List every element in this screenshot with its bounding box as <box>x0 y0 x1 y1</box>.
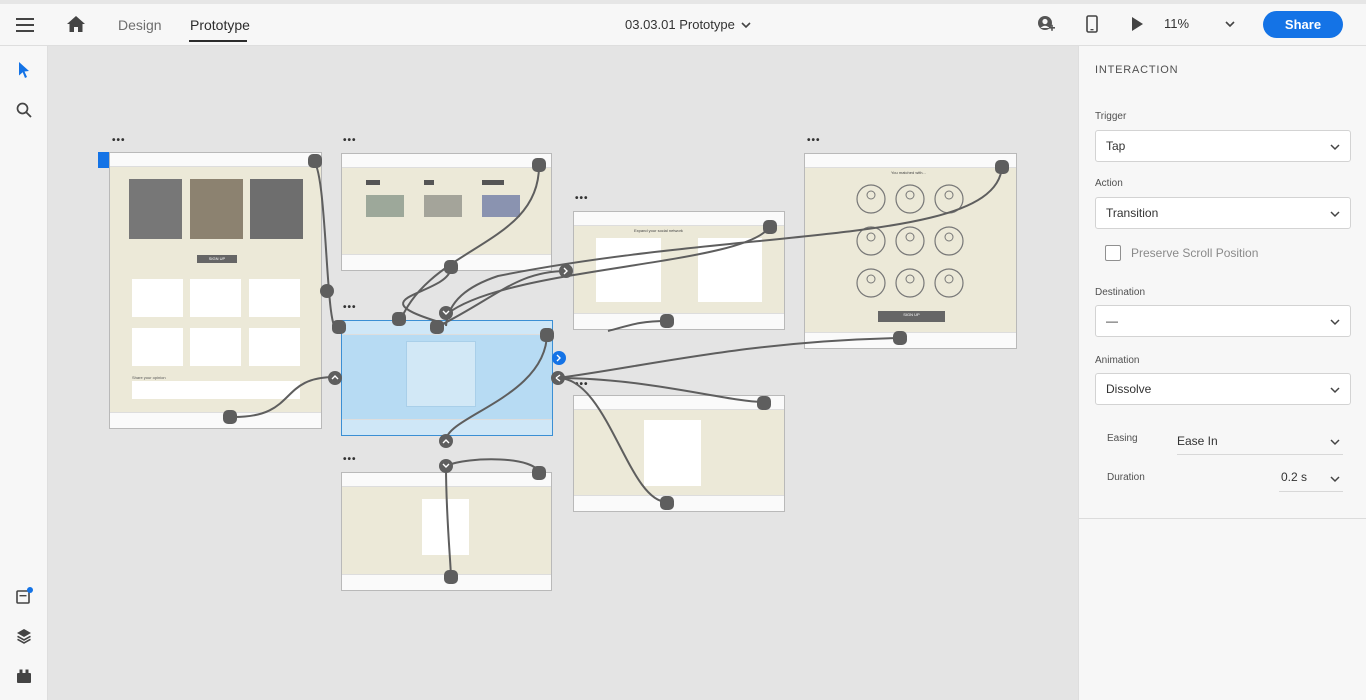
hamburger-menu-icon[interactable] <box>12 12 38 38</box>
preserve-scroll-label: Preserve Scroll Position <box>1131 246 1259 260</box>
easing-chevron-down-icon[interactable] <box>1328 435 1342 449</box>
panel-title: INTERACTION <box>1095 64 1179 76</box>
top-toolbar: Design Prototype 03.03.01 Prototype 11% … <box>0 0 1366 46</box>
chevron-down-icon <box>1330 144 1340 151</box>
destination-label: Destination <box>1095 287 1146 298</box>
chevron-down-icon <box>1330 211 1340 218</box>
action-select[interactable]: Transition <box>1095 197 1351 229</box>
zoom-level[interactable]: 11% <box>1164 16 1189 31</box>
assets-icon[interactable] <box>12 584 36 608</box>
chevron-down-icon <box>1330 319 1340 326</box>
duration-input[interactable]: 0.2 s <box>1281 470 1307 484</box>
panel-divider <box>1079 518 1366 519</box>
xd-app-window: Design Prototype 03.03.01 Prototype 11% … <box>0 0 1366 700</box>
easing-label: Easing <box>1107 433 1138 444</box>
search-icon[interactable] <box>12 98 36 122</box>
duration-label: Duration <box>1107 472 1145 483</box>
duration-underline <box>1279 491 1343 492</box>
chevron-down-icon <box>1330 387 1340 394</box>
plugins-icon[interactable] <box>12 664 36 688</box>
trigger-select[interactable]: Tap <box>1095 130 1351 162</box>
tab-prototype[interactable]: Prototype <box>190 17 250 33</box>
share-button[interactable]: Share <box>1263 11 1343 38</box>
active-tab-indicator <box>189 40 247 42</box>
design-canvas[interactable]: ••• SIGN UP Share your opinion ••• ••• •… <box>48 46 1078 700</box>
interaction-panel: INTERACTION Trigger Tap Action Transitio… <box>1078 46 1366 700</box>
action-label: Action <box>1095 178 1123 189</box>
document-title: 03.03.01 Prototype <box>625 17 735 32</box>
destination-value: — <box>1106 314 1118 328</box>
layers-icon[interactable] <box>12 624 36 648</box>
destination-select[interactable]: — <box>1095 305 1351 337</box>
zoom-chevron-down-icon[interactable] <box>1220 14 1240 34</box>
animation-label: Animation <box>1095 355 1140 366</box>
easing-underline <box>1177 454 1343 455</box>
animation-select[interactable]: Dissolve <box>1095 373 1351 405</box>
play-preview-icon[interactable] <box>1126 12 1148 36</box>
left-toolbar <box>0 46 48 700</box>
trigger-value: Tap <box>1106 139 1126 153</box>
select-arrow-icon[interactable] <box>12 58 36 82</box>
animation-value: Dissolve <box>1106 382 1152 396</box>
preserve-scroll-checkbox[interactable]: Preserve Scroll Position <box>1105 245 1258 261</box>
home-icon[interactable] <box>64 11 88 37</box>
action-value: Transition <box>1106 206 1159 220</box>
document-title-dropdown[interactable]: 03.03.01 Prototype <box>625 17 751 32</box>
prototype-wires <box>98 152 1009 584</box>
easing-select[interactable]: Ease In <box>1177 434 1218 448</box>
trigger-label: Trigger <box>1095 111 1127 122</box>
checkbox-box[interactable] <box>1105 245 1121 261</box>
duration-chevron-down-icon[interactable] <box>1328 472 1342 486</box>
device-preview-icon[interactable] <box>1082 12 1102 36</box>
chevron-down-icon <box>741 21 751 28</box>
tab-design[interactable]: Design <box>118 17 162 33</box>
invite-user-icon[interactable] <box>1034 12 1058 36</box>
